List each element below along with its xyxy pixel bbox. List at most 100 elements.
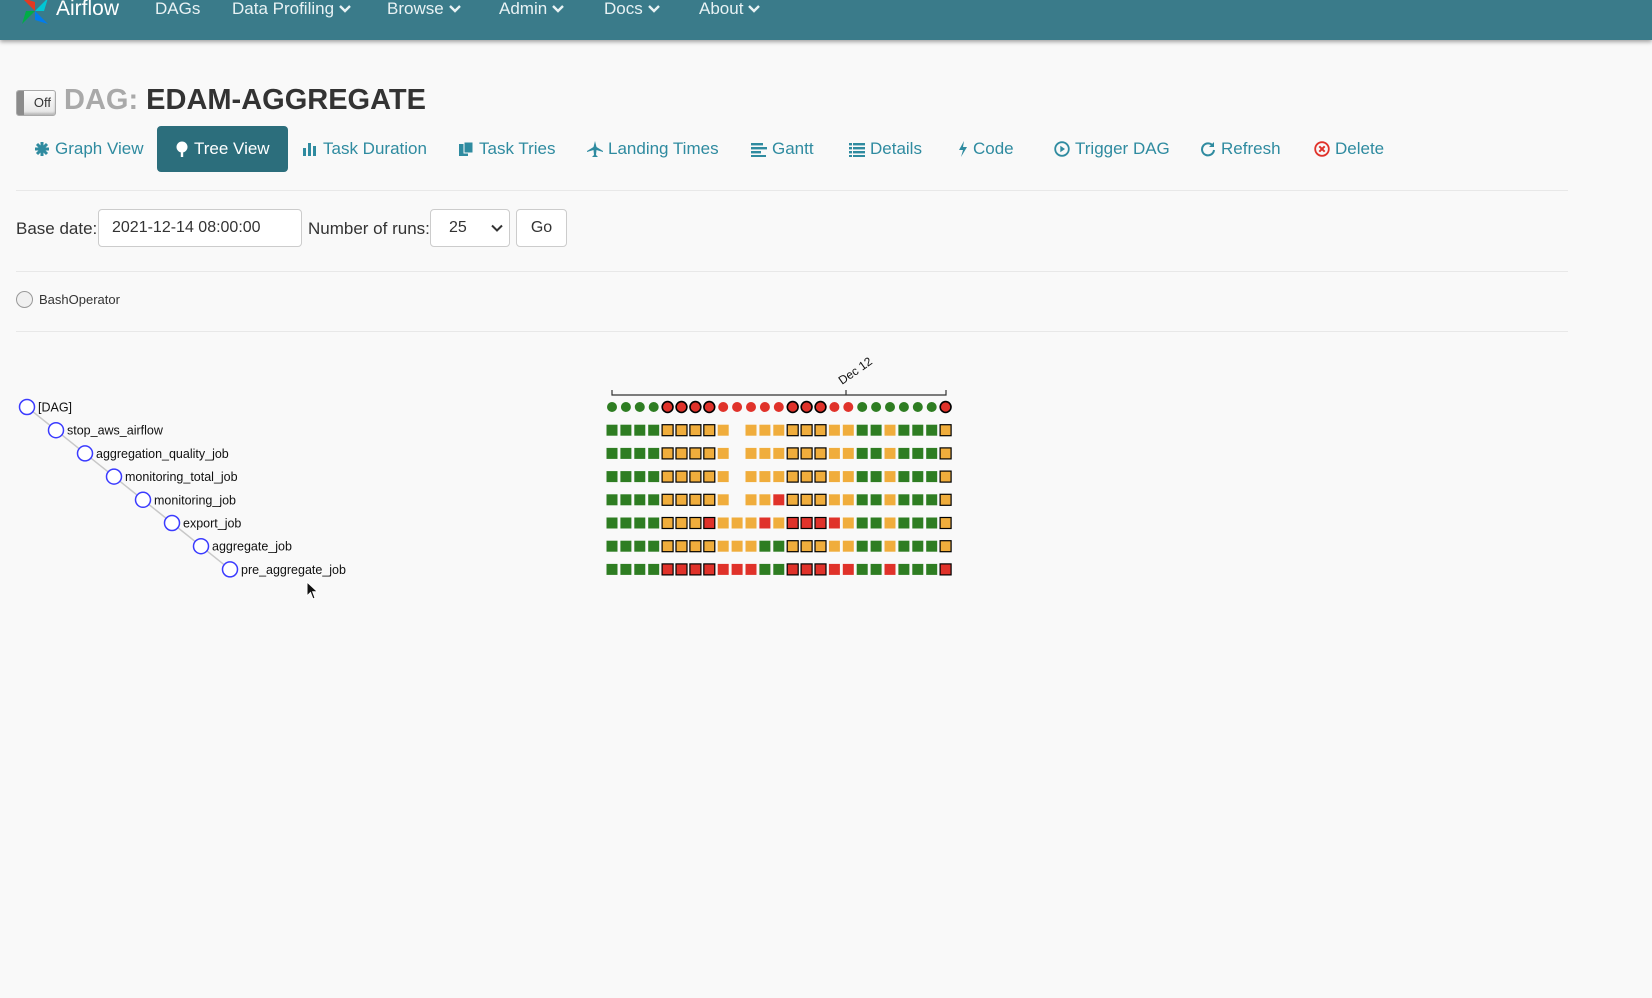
airflow-logo[interactable]: Airflow <box>18 0 119 28</box>
tab-gantt[interactable]: Gantt <box>733 126 832 172</box>
task-instance-square[interactable] <box>675 493 688 506</box>
task-instance-square[interactable] <box>842 540 854 552</box>
task-instance-square[interactable] <box>800 516 813 530</box>
task-instance-square[interactable] <box>884 540 896 552</box>
task-instance-square[interactable] <box>828 447 840 459</box>
task-instance-square[interactable] <box>689 563 702 576</box>
task-instance-square[interactable] <box>773 517 785 529</box>
task-instance-square[interactable] <box>759 494 771 506</box>
task-instance-square[interactable] <box>759 447 771 459</box>
tab-delete[interactable]: Delete <box>1296 126 1402 172</box>
task-instance-square[interactable] <box>745 424 757 436</box>
dag-run-circle[interactable] <box>871 402 882 412</box>
task-instance-square[interactable] <box>814 470 827 483</box>
task-node-label[interactable]: pre_aggregate_job <box>241 563 346 577</box>
task-instance-square[interactable] <box>870 424 882 436</box>
task-instance-square[interactable] <box>606 471 618 483</box>
task-instance-square[interactable] <box>648 540 660 552</box>
task-instance-square[interactable] <box>912 517 924 529</box>
nav-data-profiling[interactable]: Data Profiling <box>232 0 351 18</box>
task-instance-square[interactable] <box>675 447 688 460</box>
task-instance-square[interactable] <box>675 470 688 483</box>
task-instance-square[interactable] <box>661 470 674 483</box>
task-instance-square[interactable] <box>884 517 896 529</box>
task-instance-square[interactable] <box>786 424 799 437</box>
task-instance-square[interactable] <box>786 447 799 460</box>
task-instance-square[interactable] <box>800 563 813 576</box>
dag-run-circle[interactable] <box>732 402 743 412</box>
task-instance-square[interactable] <box>786 563 799 576</box>
task-instance-square[interactable] <box>717 447 729 459</box>
task-instance-square[interactable] <box>717 517 729 529</box>
dag-run-circle[interactable] <box>786 400 799 414</box>
dag-run-circle[interactable] <box>885 402 895 412</box>
task-instance-square[interactable] <box>842 471 854 483</box>
task-instance-square[interactable] <box>606 447 618 459</box>
tab-landing-times[interactable]: Landing Times <box>569 126 737 172</box>
task-instance-square[interactable] <box>731 517 743 529</box>
task-instance-square[interactable] <box>800 447 813 460</box>
task-instance-square[interactable] <box>689 447 702 460</box>
task-instance-square[interactable] <box>856 563 868 575</box>
task-instance-square[interactable] <box>856 517 868 529</box>
tab-graph-view[interactable]: Graph View <box>16 126 162 172</box>
task-instance-square[interactable] <box>759 517 771 529</box>
task-instance-square[interactable] <box>856 447 868 459</box>
dag-run-circle[interactable] <box>648 402 659 412</box>
task-instance-square[interactable] <box>786 493 799 506</box>
task-instance-square[interactable] <box>620 471 632 483</box>
task-instance-square[interactable] <box>745 494 757 506</box>
go-button[interactable]: Go <box>516 209 567 247</box>
task-instance-square[interactable] <box>828 563 840 575</box>
task-instance-square[interactable] <box>828 517 840 529</box>
task-instance-square[interactable] <box>870 447 882 459</box>
task-instance-square[interactable] <box>606 424 618 436</box>
task-instance-square[interactable] <box>870 471 882 483</box>
task-instance-square[interactable] <box>661 493 674 506</box>
task-instance-square[interactable] <box>786 540 799 553</box>
task-instance-square[interactable] <box>814 447 827 460</box>
num-runs-select[interactable]: 25 <box>430 209 510 247</box>
task-instance-square[interactable] <box>689 516 702 530</box>
dag-run-circle[interactable] <box>620 402 631 412</box>
task-node-label[interactable]: monitoring_job <box>154 493 236 507</box>
task-instance-square[interactable] <box>745 563 757 575</box>
task-instance-square[interactable] <box>661 516 674 530</box>
task-instance-square[interactable] <box>814 424 827 437</box>
task-node-circle[interactable] <box>47 421 65 439</box>
task-instance-square[interactable] <box>661 447 674 460</box>
task-instance-square[interactable] <box>634 563 646 575</box>
task-instance-square[interactable] <box>870 494 882 506</box>
nav-browse[interactable]: Browse <box>387 0 461 18</box>
nav-dags[interactable]: DAGs <box>155 0 200 18</box>
task-instance-square[interactable] <box>731 540 743 552</box>
task-instance-square[interactable] <box>620 517 632 529</box>
task-instance-square[interactable] <box>898 540 910 552</box>
dag-run-circle[interactable] <box>773 402 784 412</box>
task-node-label[interactable]: stop_aws_airflow <box>67 424 164 438</box>
dag-run-circle[interactable] <box>912 402 923 412</box>
task-instance-square[interactable] <box>620 494 632 506</box>
task-instance-square[interactable] <box>814 563 827 576</box>
task-instance-square[interactable] <box>828 424 840 436</box>
task-instance-square[interactable] <box>648 424 660 436</box>
task-instance-square[interactable] <box>800 424 813 437</box>
task-instance-square[interactable] <box>926 540 938 552</box>
task-instance-square[interactable] <box>689 540 702 553</box>
task-node-circle[interactable] <box>221 561 239 578</box>
task-instance-square[interactable] <box>661 424 674 437</box>
dag-run-circle[interactable] <box>898 402 909 412</box>
task-instance-square[interactable] <box>689 470 702 483</box>
task-instance-square[interactable] <box>912 494 924 506</box>
task-instance-square[interactable] <box>634 424 646 436</box>
task-instance-square[interactable] <box>842 447 854 459</box>
task-instance-square[interactable] <box>884 424 896 436</box>
task-instance-square[interactable] <box>648 517 660 529</box>
task-instance-square[interactable] <box>912 540 924 552</box>
task-instance-square[interactable] <box>606 563 618 575</box>
task-instance-square[interactable] <box>786 516 799 530</box>
task-instance-square[interactable] <box>939 540 952 553</box>
task-instance-square[interactable] <box>606 517 618 529</box>
task-node-circle[interactable] <box>192 537 210 555</box>
task-instance-square[interactable] <box>884 447 896 459</box>
